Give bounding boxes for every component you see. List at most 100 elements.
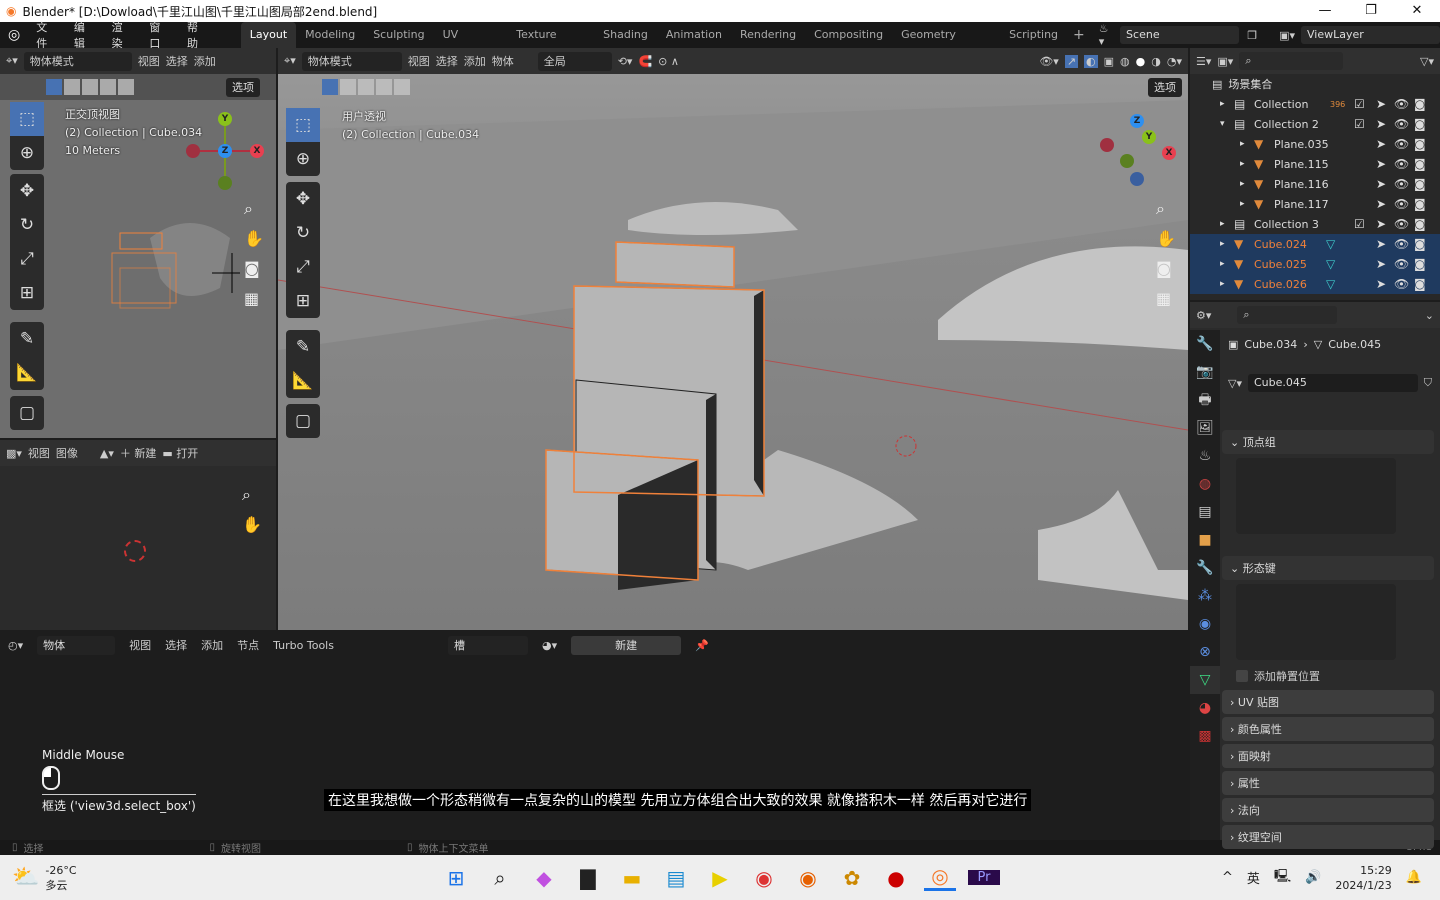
navigation-gizmo[interactable]: Z Y X [1100, 114, 1176, 190]
measure-tool[interactable]: 📐 [286, 364, 320, 398]
camera-icon[interactable]: ◙ [1156, 254, 1176, 284]
selectable-icon[interactable]: ➤ [1376, 177, 1386, 191]
app-icon[interactable]: ✿ [836, 866, 868, 890]
task-view-icon[interactable]: ▇ [572, 866, 604, 890]
scene-collection-row[interactable]: ▤ 场景集合 [1190, 74, 1440, 94]
proportional-edit-icon[interactable]: ⊙ ∧ [658, 55, 679, 68]
world-tab-icon[interactable]: ◍ [1190, 470, 1220, 498]
rotate-tool[interactable]: ↻ [10, 208, 44, 242]
notepad-icon[interactable]: ▤ [660, 866, 692, 890]
collection-tab-icon[interactable]: ▤ [1190, 498, 1220, 526]
pivot-icon[interactable]: ⟲▾ [618, 55, 633, 68]
gizmo-neg-y[interactable] [218, 176, 232, 190]
menu-select[interactable]: 选择 [166, 53, 188, 69]
render-camera-icon[interactable]: ◙ [1414, 257, 1426, 271]
node-menu-3[interactable]: 节点 [237, 637, 259, 653]
selectable-icon[interactable]: ➤ [1376, 157, 1386, 171]
open-image-button[interactable]: ▬ 打开 [162, 445, 198, 461]
particles-tab-icon[interactable]: ⁂ [1190, 582, 1220, 610]
eye-icon[interactable]: 👁 [1394, 217, 1409, 231]
eye-icon[interactable]: 👁 [1394, 177, 1409, 191]
physics-tab-icon[interactable]: ◉ [1190, 610, 1220, 638]
exclude-checkbox[interactable]: ☑ [1354, 97, 1365, 111]
volume-icon[interactable]: 🔊 [1305, 870, 1321, 885]
eye-icon[interactable]: 👁 [1394, 237, 1409, 251]
outliner-row[interactable]: ▸ ▼ Plane.115 ➤ 👁 ◙ [1190, 154, 1440, 174]
tab-uv-editing[interactable]: UV Editing [434, 22, 508, 67]
scale-tool[interactable]: ⤢ [286, 250, 320, 284]
expand-arrow-icon[interactable]: ▸ [1240, 199, 1245, 209]
editor-type-icon[interactable]: ◴▾ [8, 639, 23, 652]
render-camera-icon[interactable]: ◙ [1414, 217, 1426, 231]
render-camera-icon[interactable]: ◙ [1414, 117, 1426, 131]
select-invert-icon[interactable] [376, 79, 392, 95]
file-explorer-icon[interactable]: ▬ [616, 866, 648, 890]
scene-icon[interactable]: ♨▾ [1099, 22, 1114, 48]
select-box-tool[interactable]: ⬚ [10, 102, 44, 136]
start-icon[interactable]: ⊞ [440, 866, 472, 890]
shape-keys-panel[interactable]: ⌄ 形态键 [1222, 556, 1434, 580]
zoom-icon[interactable]: ⌕ [1156, 194, 1176, 224]
outliner-row[interactable]: ▸ ▼ Cube.026 ▽ ➤ 👁 ◙ [1190, 274, 1440, 294]
modifier-tab-icon[interactable]: 🔧 [1190, 554, 1220, 582]
selectable-icon[interactable]: ➤ [1376, 217, 1386, 231]
premiere-icon[interactable]: Pr [968, 870, 1000, 885]
shading-solid-icon[interactable]: ● [1136, 55, 1146, 68]
transform-tool[interactable]: ⊞ [10, 276, 44, 310]
select-extend-icon[interactable] [64, 79, 80, 95]
node-menu-2[interactable]: 添加 [201, 637, 223, 653]
fake-user-icon[interactable]: ⛉ [1424, 376, 1432, 390]
player-icon[interactable]: ▶ [704, 866, 736, 890]
blender-menu-icon[interactable]: ◎ [0, 27, 28, 43]
new-scene-icon[interactable]: ❐ [1247, 29, 1257, 42]
annotate-tool[interactable]: ✎ [10, 322, 44, 356]
mesh-browse-icon[interactable]: ▽▾ [1228, 377, 1242, 390]
tab-texture-paint[interactable]: Texture Paint [507, 22, 594, 67]
new-material-button[interactable]: 新建 [571, 635, 682, 655]
menu-item-4[interactable]: 帮助 [179, 19, 217, 51]
editor-type-icon[interactable]: ⌖▾ [284, 54, 296, 68]
overlay-toggle-icon[interactable]: ◐ [1084, 54, 1098, 68]
render-camera-icon[interactable]: ◙ [1414, 157, 1426, 171]
expand-arrow-icon[interactable]: ▸ [1240, 179, 1245, 189]
properties-search[interactable]: ⌕ [1237, 306, 1338, 324]
menu-item-1[interactable]: 编辑 [66, 19, 104, 51]
expand-arrow-icon[interactable]: ▾ [1220, 119, 1225, 129]
tab-rendering[interactable]: Rendering [731, 22, 805, 48]
top-ortho-viewport[interactable]: ⌖▾ 物体模式 视图 选择 添加 选项 ⬚ ⊕ ✥ ↻ ⤢ ⊞ ✎ 📐 ▢ 正交… [0, 48, 276, 438]
add-cube-tool[interactable]: ▢ [10, 396, 44, 430]
gizmo-y[interactable]: Y [1142, 130, 1156, 144]
view-layer-field[interactable]: ViewLayer [1301, 26, 1440, 44]
eye-icon[interactable]: 👁 [1394, 197, 1409, 211]
move-tool[interactable]: ✥ [286, 182, 320, 216]
gizmo-neg-x[interactable] [1100, 138, 1114, 152]
material-tab-icon[interactable]: ◕ [1190, 694, 1220, 722]
pan-hand-icon[interactable]: ✋ [242, 510, 262, 540]
menu-view[interactable]: 视图 [28, 445, 50, 461]
gizmo-toggle-icon[interactable]: ↗ [1064, 54, 1079, 68]
properties-panel[interactable]: › 面映射 [1222, 744, 1434, 768]
new-image-button[interactable]: ＋ 新建 [120, 445, 157, 461]
outliner-row[interactable]: ▸ ▼ Plane.117 ➤ 👁 ◙ [1190, 194, 1440, 214]
minimize-button[interactable]: — [1302, 0, 1348, 22]
transform-tool[interactable]: ⊞ [286, 284, 320, 318]
tab-modeling[interactable]: Modeling [296, 22, 364, 48]
properties-panel[interactable]: › 颜色属性 [1222, 717, 1434, 741]
pin-icon[interactable]: 📌 [695, 639, 709, 652]
scene-field[interactable]: Scene [1120, 26, 1240, 44]
select-new-icon[interactable] [46, 79, 62, 95]
render-camera-icon[interactable]: ◙ [1414, 237, 1426, 251]
render-camera-icon[interactable]: ◙ [1414, 277, 1426, 291]
display-mode-icon[interactable]: ▣▾ [1217, 55, 1233, 68]
expand-arrow-icon[interactable]: ▸ [1240, 159, 1245, 169]
zoom-icon[interactable]: ⌕ [244, 194, 264, 224]
node-menu-1[interactable]: 选择 [165, 637, 187, 653]
menu-view[interactable]: 视图 [138, 53, 160, 69]
menu-add[interactable]: 添加 [464, 53, 486, 69]
vertex-groups-list[interactable] [1236, 458, 1396, 534]
render-camera-icon[interactable]: ◙ [1414, 197, 1426, 211]
add-workspace-icon[interactable]: + [1067, 27, 1091, 43]
gizmo-neg-z[interactable] [1130, 172, 1144, 186]
expand-arrow-icon[interactable]: ▸ [1240, 139, 1245, 149]
tray-expand-icon[interactable]: ^ [1222, 870, 1233, 885]
